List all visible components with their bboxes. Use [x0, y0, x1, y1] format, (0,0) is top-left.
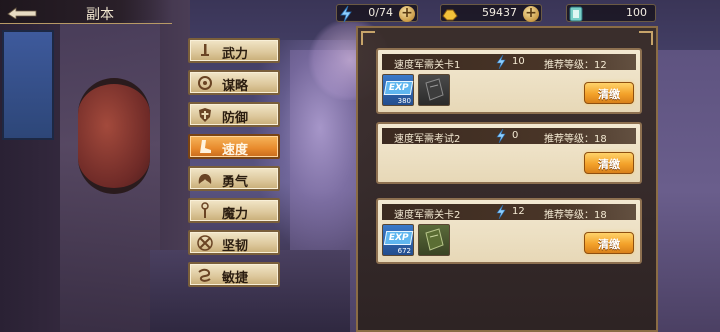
- recommended-level: 推荐等级：18: [544, 210, 607, 221]
- staff-icon: [194, 201, 216, 221]
- add-gold-button[interactable]: +: [523, 6, 539, 22]
- sweep-button[interactable]: 清缴: [584, 232, 634, 254]
- category-label: 谋略: [222, 79, 249, 94]
- category-label: 敏捷: [222, 271, 249, 286]
- stage-name: 速度军需考试2: [394, 134, 461, 145]
- book-reward-item[interactable]: [418, 74, 450, 106]
- ticket-value: 100: [626, 6, 647, 19]
- background-banner: [2, 30, 54, 140]
- lightning-icon: [494, 204, 508, 220]
- back-arrow-icon: [7, 7, 37, 19]
- shield-icon: [194, 105, 216, 125]
- sweep-button[interactable]: 清缴: [584, 152, 634, 174]
- stage-panel: 速度军需关卡1 10 推荐等级：12 EXP 380 清缴 速度军需考试2 0 …: [356, 26, 658, 332]
- category-label: 魔力: [222, 207, 249, 222]
- category-moulue[interactable]: 谋略: [188, 70, 280, 95]
- panel-corner-ornament: [639, 31, 653, 45]
- category-yongqi[interactable]: 勇气: [188, 166, 280, 191]
- exp-reward-item[interactable]: EXP 380: [382, 74, 414, 106]
- sweep-label: 清缴: [598, 88, 620, 101]
- sweep-label: 清缴: [598, 238, 620, 251]
- gold-ingot-icon: [439, 3, 461, 25]
- top-bar: 副本 0/74 + 59437 + 100: [0, 0, 720, 26]
- lightning-icon: [494, 128, 508, 144]
- sweep-label: 清缴: [598, 158, 620, 171]
- sweep-button[interactable]: 清缴: [584, 82, 634, 104]
- reward-quantity: 672: [397, 247, 411, 255]
- book-icon: [425, 78, 444, 101]
- recommended-level: 推荐等级：18: [544, 134, 607, 145]
- add-stamina-button[interactable]: +: [399, 6, 415, 22]
- stage-header: 速度军需关卡2 12 推荐等级：18: [382, 204, 636, 221]
- wings-icon: [194, 169, 216, 189]
- recommended-level: 推荐等级：12: [544, 60, 607, 71]
- category-label: 武力: [222, 47, 249, 62]
- page-title: 副本: [86, 7, 114, 23]
- stage-header: 速度军需考试2 0 推荐等级：18: [382, 128, 636, 145]
- gold-value: 59437: [482, 6, 517, 19]
- boot-icon: [194, 137, 216, 157]
- category-fangyu[interactable]: 防御: [188, 102, 280, 127]
- exp-icon: EXP: [383, 81, 414, 95]
- category-label: 勇气: [222, 175, 249, 190]
- back-button[interactable]: [4, 3, 40, 21]
- category-label: 防御: [222, 111, 249, 126]
- category-minjie[interactable]: 敏捷: [188, 262, 280, 287]
- stage-header: 速度军需关卡1 10 推荐等级：12: [382, 54, 636, 71]
- exp-icon: EXP: [383, 231, 414, 245]
- category-moli[interactable]: 魔力: [188, 198, 280, 223]
- background-lantern: [78, 78, 150, 194]
- category-wuli[interactable]: 武力: [188, 38, 280, 63]
- sword-icon: [194, 41, 216, 61]
- stage-name: 速度军需关卡2: [394, 210, 461, 221]
- category-label: 坚韧: [222, 239, 249, 254]
- stage-card: 速度军需考试2 0 推荐等级：18 清缴: [376, 122, 642, 184]
- book-reward-item[interactable]: [418, 224, 450, 256]
- stamina-counter: 0/74 +: [335, 3, 418, 25]
- stamina-cost: 0: [512, 130, 519, 141]
- gold-counter: 59437 +: [440, 4, 542, 22]
- brain-icon: [194, 73, 216, 93]
- stamina-value: 0/74: [368, 6, 393, 19]
- stage-card: 速度军需关卡2 12 推荐等级：18 EXP 672 清缴: [376, 198, 642, 264]
- category-label: 速度: [222, 143, 249, 158]
- stage-name: 速度军需关卡1: [394, 60, 461, 71]
- stage-card: 速度军需关卡1 10 推荐等级：12 EXP 380 清缴: [376, 48, 642, 114]
- category-sudu[interactable]: 速度: [188, 134, 280, 159]
- title-plate: 副本: [0, 0, 172, 24]
- book-icon: [425, 228, 444, 251]
- stamina-cost: 12: [512, 206, 525, 217]
- category-jianren[interactable]: 坚韧: [188, 230, 280, 255]
- stamina-cost: 10: [512, 56, 525, 67]
- cross-swords-icon: [194, 233, 216, 253]
- wind-icon: [194, 265, 216, 285]
- reward-quantity: 380: [397, 97, 411, 105]
- panel-corner-ornament: [361, 31, 375, 45]
- exp-reward-item[interactable]: EXP 672: [382, 224, 414, 256]
- lightning-icon: [494, 54, 508, 70]
- lightning-icon: [335, 3, 357, 25]
- ticket-icon: [565, 3, 587, 25]
- ticket-counter: 100: [566, 4, 656, 22]
